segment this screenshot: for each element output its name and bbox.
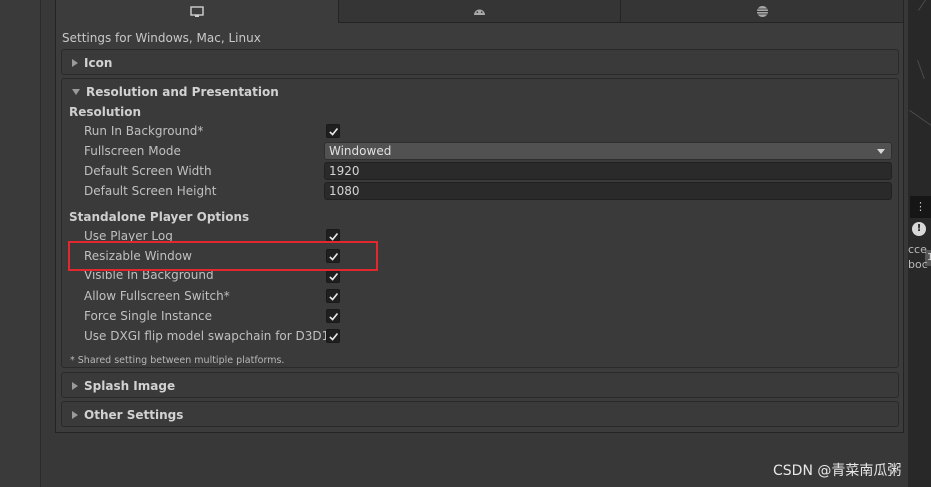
run-in-background-label: Run In Background* — [84, 124, 204, 138]
resolution-presentation-foldout: Resolution and Presentation Resolution R… — [61, 78, 899, 368]
clipped-text: cce — [908, 243, 927, 256]
highlight-annotation-box — [68, 241, 378, 271]
splash-image-foldout[interactable]: Splash Image — [61, 372, 899, 398]
fullscreen-mode-dropdown[interactable]: Windowed — [324, 142, 892, 160]
checkmark-icon — [328, 272, 338, 281]
checkmark-icon — [328, 292, 338, 301]
android-icon — [474, 9, 485, 15]
checkmark-icon — [328, 232, 338, 241]
allow-fullscreen-switch-checkbox[interactable] — [326, 289, 340, 303]
left-gap — [41, 0, 55, 487]
foldout-label: Resolution and Presentation — [86, 85, 279, 99]
clipped-text: boc — [908, 258, 928, 271]
expand-arrow-icon — [72, 411, 78, 419]
default-screen-width-label: Default Screen Width — [84, 164, 212, 178]
settings-title: Settings for Windows, Mac, Linux — [62, 31, 261, 45]
use-dxgi-label: Use DXGI flip model swapchain for D3D11 — [84, 329, 337, 343]
graph-line — [918, 0, 931, 11]
dropdown-arrow-icon — [877, 149, 885, 154]
icon-foldout-header[interactable]: Icon — [62, 50, 898, 76]
foldout-label: Other Settings — [84, 408, 184, 422]
expand-arrow-icon — [72, 59, 78, 67]
tab-webgl[interactable] — [621, 0, 904, 23]
shared-setting-footnote: * Shared setting between multiple platfo… — [70, 355, 285, 366]
tab-android[interactable] — [338, 0, 622, 23]
dropdown-value: Windowed — [329, 144, 392, 158]
fullscreen-mode-label: Fullscreen Mode — [84, 144, 181, 158]
allow-fullscreen-switch-label: Allow Fullscreen Switch* — [84, 289, 230, 303]
more-options-icon[interactable]: ⋮ — [910, 196, 931, 218]
webgl-icon — [756, 5, 768, 17]
checkmark-icon — [328, 127, 338, 136]
standalone-player-options-header: Standalone Player Options — [69, 210, 250, 224]
platform-tabs — [56, 0, 904, 23]
expand-arrow-icon — [72, 382, 78, 390]
right-panel: ⋮ ! 1 cce boc — [908, 0, 931, 487]
graph-line — [917, 60, 925, 80]
tab-standalone[interactable] — [56, 0, 339, 23]
splash-image-header[interactable]: Splash Image — [62, 373, 898, 399]
other-settings-header[interactable]: Other Settings — [62, 402, 898, 428]
force-single-instance-label: Force Single Instance — [84, 309, 213, 323]
watermark: CSDN @青菜南瓜粥 — [773, 463, 902, 479]
default-screen-width-field[interactable]: 1920 — [324, 162, 892, 180]
graph-line — [909, 110, 931, 129]
force-single-instance-checkbox[interactable] — [326, 309, 340, 323]
unity-editor-window: ⋮ ! 1 cce boc Settings for Windows, Mac,… — [0, 0, 931, 487]
use-dxgi-checkbox[interactable] — [326, 329, 340, 343]
resolution-header: Resolution — [69, 105, 142, 119]
other-settings-foldout[interactable]: Other Settings — [61, 401, 899, 427]
collapse-arrow-icon — [72, 89, 80, 95]
resolution-presentation-header[interactable]: Resolution and Presentation — [62, 79, 898, 105]
player-settings-panel: Settings for Windows, Mac, Linux Icon Re… — [55, 0, 904, 433]
foldout-label: Splash Image — [84, 379, 176, 393]
checkmark-icon — [328, 312, 338, 321]
visible-in-background-checkbox[interactable] — [326, 269, 340, 283]
left-panel — [0, 0, 41, 487]
monitor-icon — [190, 5, 204, 17]
icon-foldout[interactable]: Icon — [61, 49, 899, 75]
default-screen-height-field[interactable]: 1080 — [324, 182, 892, 200]
warning-icon: ! — [912, 222, 926, 236]
run-in-background-checkbox[interactable] — [326, 124, 340, 138]
default-screen-height-label: Default Screen Height — [84, 184, 217, 198]
checkmark-icon — [328, 332, 338, 341]
foldout-label: Icon — [84, 56, 113, 70]
